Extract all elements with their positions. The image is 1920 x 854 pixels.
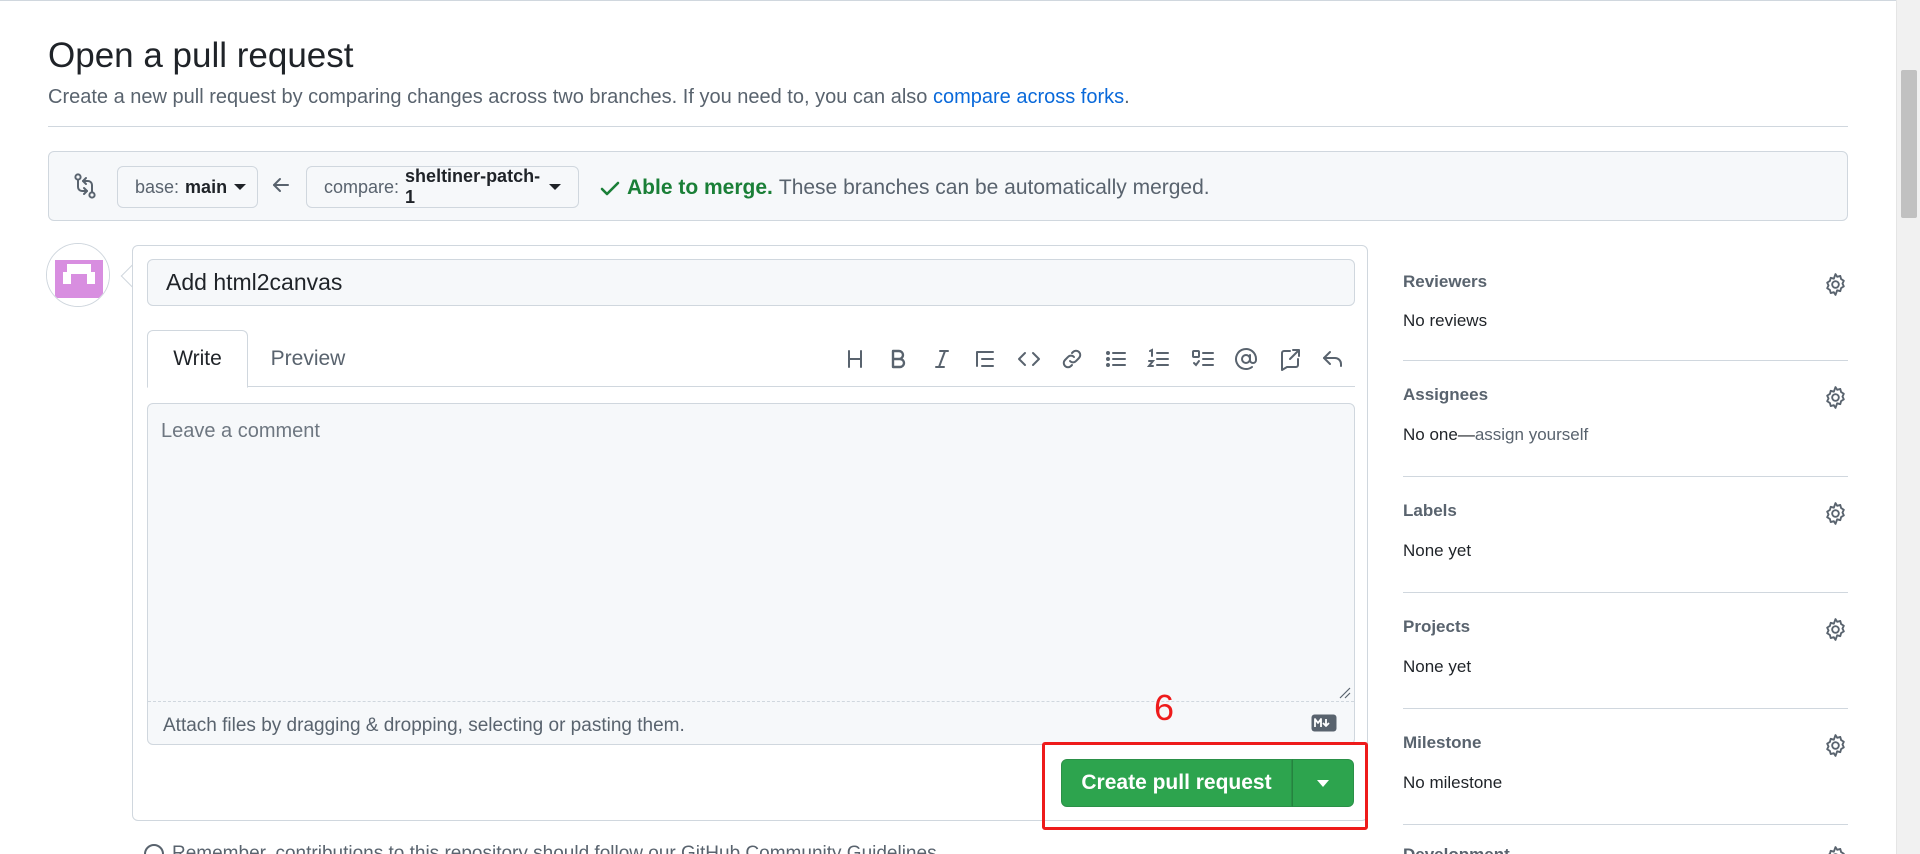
link-icon[interactable] [1051,344,1095,374]
sidebar-assignees: Assignees No one—assign yourself [1403,361,1848,477]
compare-branch-name: sheltiner-patch-1 [405,166,541,207]
markdown-icon[interactable] [1311,714,1337,732]
projects-value: None yet [1403,657,1472,676]
page-subtitle: Create a new pull request by comparing c… [48,84,1848,110]
assignees-value: No one—assign yourself [1403,425,1588,445]
merge-description: These branches can be automatically merg… [778,176,1210,199]
caret-down-icon [549,184,561,190]
task-list-icon[interactable] [1181,344,1225,374]
caret-down-icon [234,184,247,190]
gear-icon[interactable] [1823,845,1848,854]
italic-icon[interactable] [920,344,964,374]
gear-icon[interactable] [1823,733,1848,758]
pull-request-form: Add html2canvas Write Preview Leave a co… [132,245,1368,821]
base-branch-select[interactable]: base: main [117,166,258,208]
cross-reference-icon[interactable] [1268,344,1312,374]
compare-branch-select[interactable]: compare: sheltiner-patch-1 [306,166,579,208]
tab-preview[interactable]: Preview [248,330,368,388]
page-title: Open a pull request [48,36,354,75]
attach-files-hint[interactable]: Attach files by dragging & dropping, sel… [163,715,685,737]
gear-icon[interactable] [1823,385,1848,410]
milestone-value: No milestone [1403,773,1503,792]
assignees-none: No one— [1403,425,1475,444]
comment-textarea[interactable]: Leave a comment [148,404,1354,702]
assign-yourself-link[interactable]: assign yourself [1475,425,1588,444]
arrow-left-icon [273,178,289,192]
merge-ok-text: Able to merge. [627,176,773,199]
tab-write[interactable]: Write [147,330,248,388]
page-scrollbar[interactable] [1896,0,1920,854]
base-prefix: base: [135,176,180,197]
subtitle-end: . [1124,86,1130,108]
sidebar-reviewers: Reviewers No reviews [1403,245,1848,361]
compare-prefix: compare: [324,176,400,197]
page-header: Open a pull request Create a new pull re… [48,34,1848,110]
ordered-list-icon[interactable] [1138,344,1182,374]
projects-heading[interactable]: Projects [1403,617,1470,637]
git-compare-icon [74,173,96,199]
base-branch-name: main [185,176,228,197]
sidebar-milestone: Milestone No milestone [1403,709,1848,825]
annotation-highlight-box [1042,742,1368,830]
gear-icon[interactable] [1823,617,1848,642]
sidebar: Reviewers No reviews Assignees No one—as… [1403,245,1848,854]
bold-icon[interactable] [877,344,921,374]
annotation-number: 6 [1154,687,1175,728]
gear-icon[interactable] [1823,272,1848,297]
heading-icon[interactable] [833,344,877,374]
check-icon [600,181,620,196]
sidebar-labels: Labels None yet [1403,477,1848,593]
merge-status: Able to merge. These branches can be aut… [599,176,1210,200]
info-icon [144,843,164,854]
assignees-heading[interactable]: Assignees [1403,385,1488,405]
top-border [0,0,1920,1]
development-heading[interactable]: Development [1403,845,1510,854]
compare-across-forks-link[interactable]: compare across forks [933,86,1124,108]
avatar[interactable] [46,243,110,307]
reply-icon[interactable] [1312,344,1356,374]
footnote-text: Remember, contributions to this reposito… [172,843,942,854]
code-icon[interactable] [1007,344,1051,374]
pr-title-input[interactable]: Add html2canvas [147,259,1355,306]
branch-range-editor: base: main compare: sheltiner-patch-1 Able… [48,151,1848,221]
reviewers-heading[interactable]: Reviewers [1403,272,1487,292]
identicon-image [47,244,109,306]
quote-icon[interactable] [964,344,1008,374]
markdown-toolbar [833,344,1355,374]
sidebar-projects: Projects None yet [1403,593,1848,709]
scrollbar-thumb[interactable] [1901,70,1917,218]
header-divider [48,126,1848,127]
labels-value: None yet [1403,541,1472,560]
unordered-list-icon[interactable] [1094,344,1138,374]
resize-grip-icon[interactable] [1339,687,1351,699]
contribution-footnote: Remember, contributions to this reposito… [144,843,942,854]
gear-icon[interactable] [1823,501,1848,526]
subtitle-text: Create a new pull request by comparing c… [48,86,928,108]
mention-icon[interactable] [1225,344,1269,374]
labels-heading[interactable]: Labels [1403,501,1457,521]
milestone-heading[interactable]: Milestone [1403,733,1481,753]
reviewers-value: No reviews [1403,311,1488,330]
editor-tabs: Write Preview [147,330,1355,388]
